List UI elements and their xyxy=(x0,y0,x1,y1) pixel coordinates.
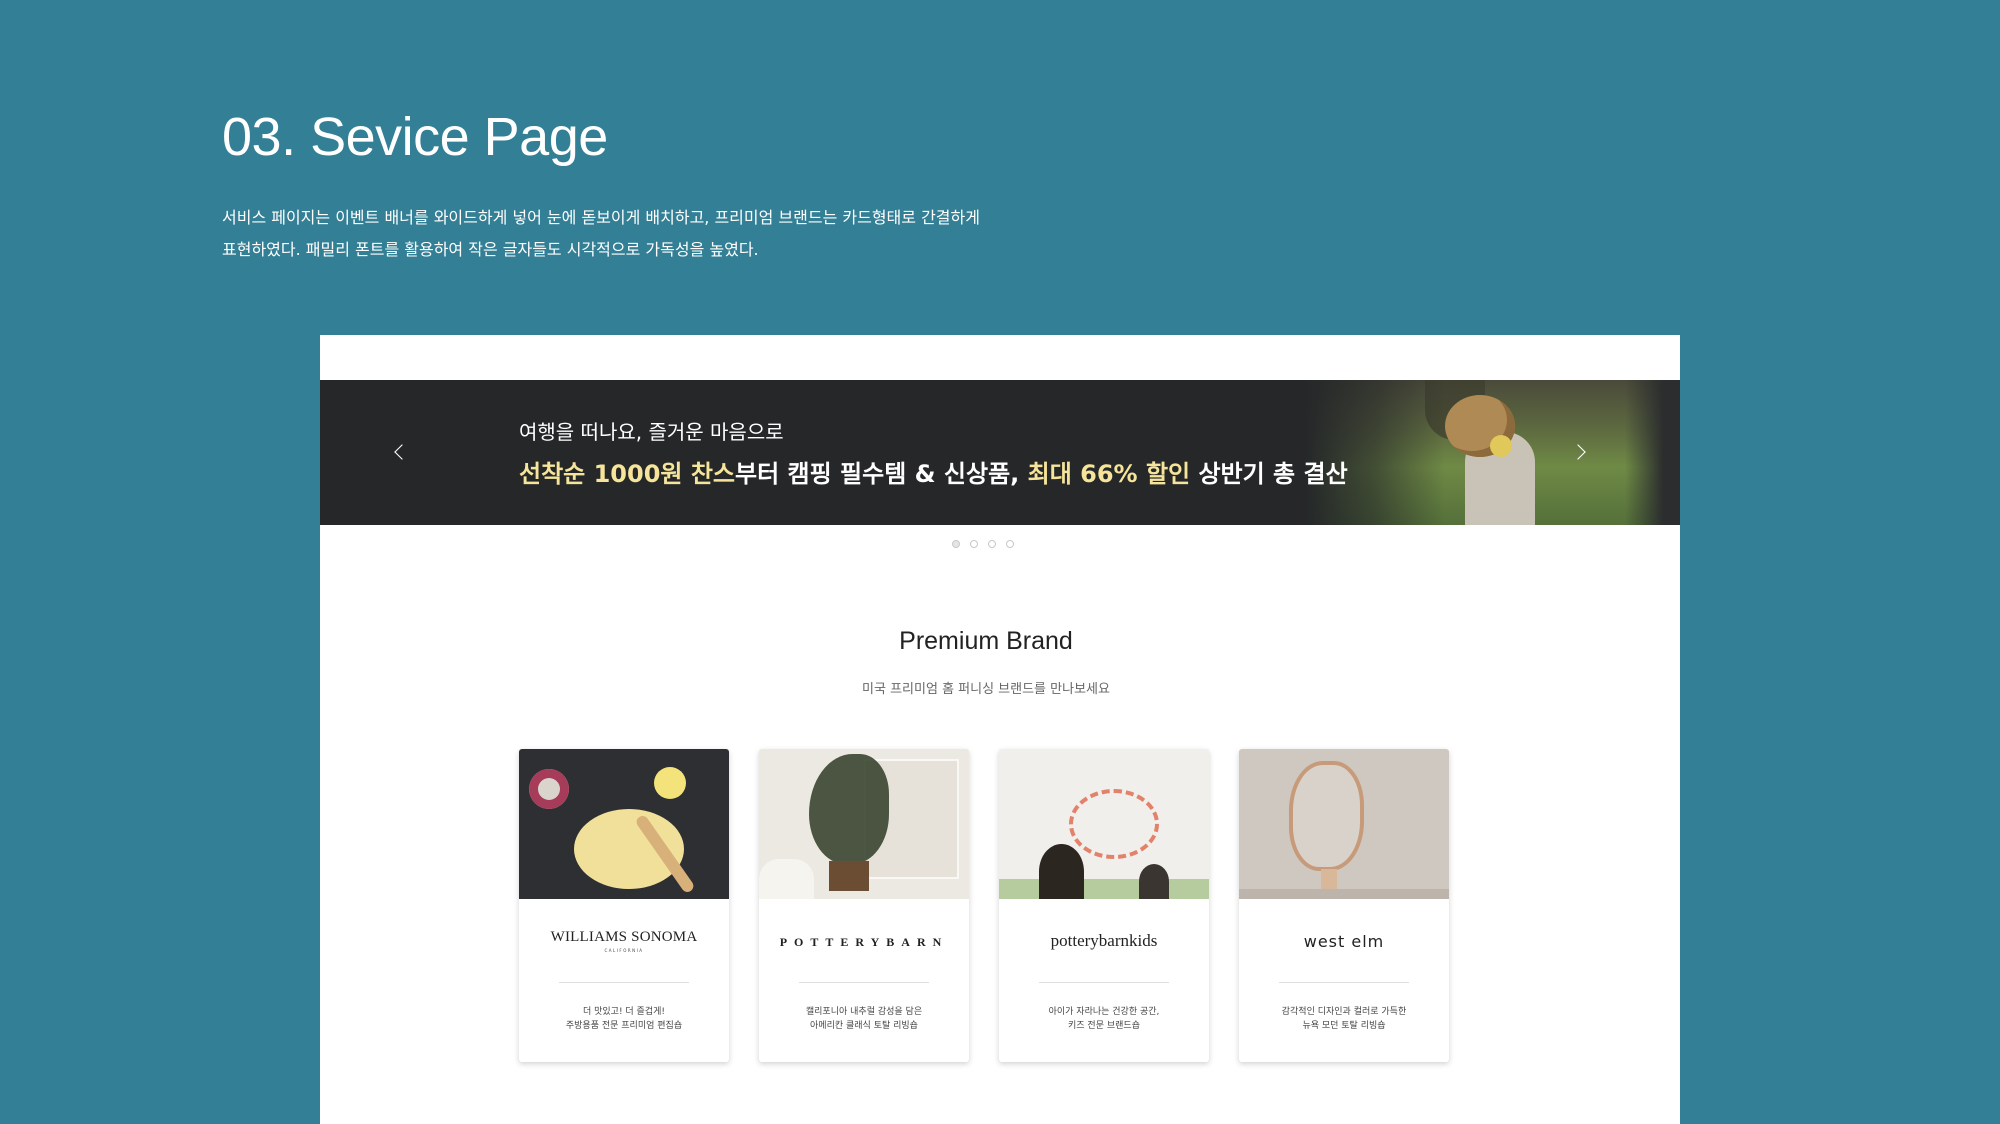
brand-description-line: 감각적인 디자인과 컬러로 가득한 xyxy=(1281,1007,1407,1017)
brand-image xyxy=(1239,749,1449,899)
premium-brand-title: Premium Brand xyxy=(899,627,1073,655)
brand-description: 감각적인 디자인과 컬러로 가득한 뉴욕 모던 토탈 리빙숍 xyxy=(1239,1005,1449,1033)
brand-logo: POTTERYBARN xyxy=(779,935,949,949)
brand-image xyxy=(519,749,729,899)
brand-card-pottery-barn[interactable]: POTTERYBARN 캘리포니아 내추럴 감성을 담은 아메리칸 클래식 토탈… xyxy=(759,749,969,1062)
brand-logo: WILLIAMS SONOMA xyxy=(550,929,698,945)
brand-card-pottery-barn-kids[interactable]: potterybarnkids 아이가 자라나는 건강한 공간, 키즈 전문 브… xyxy=(999,749,1209,1062)
brand-description-line: 아이가 자라나는 건강한 공간, xyxy=(1048,1007,1160,1017)
brand-description-line: 아메리칸 클래식 토탈 리빙숍 xyxy=(810,1021,918,1031)
banner-pagination xyxy=(952,540,1014,548)
premium-brand-subtitle: 미국 프리미엄 홈 퍼니싱 브랜드를 만나보세요 xyxy=(862,682,1110,697)
page-description-line: 서비스 페이지는 이벤트 배너를 와이드하게 넣어 눈에 돋보이게 배치하고, … xyxy=(222,208,980,227)
brand-card-list: WILLIAMS SONOMA CALIFORNIA 더 맛있고! 더 즐겁게!… xyxy=(519,749,1449,1062)
banner-prev-arrow-icon[interactable] xyxy=(394,444,410,460)
banner-headline-highlight: 최대 66% 할인 xyxy=(1027,460,1191,488)
brand-image xyxy=(999,749,1209,899)
card-divider xyxy=(559,982,689,983)
pagination-dot[interactable] xyxy=(952,540,960,548)
pagination-dot[interactable] xyxy=(988,540,996,548)
page-title: 03. Sevice Page xyxy=(222,107,608,167)
page-description-line: 표현하였다. 패밀리 폰트를 활용하여 작은 글자들도 시각적으로 가독성을 높… xyxy=(222,240,759,259)
brand-image xyxy=(759,749,969,899)
brand-logo: west elm xyxy=(1303,932,1385,951)
banner-headline-text: 부터 캠핑 필수템 & 신상품, xyxy=(735,460,1028,488)
pagination-dot[interactable] xyxy=(1006,540,1014,548)
brand-description-line: 주방용품 전문 프리미엄 편집숍 xyxy=(565,1021,683,1031)
brand-logo: potterybarnkids xyxy=(1050,931,1158,950)
service-page-mockup: 여행을 떠나요, 즐거운 마음으로 선착순 1000원 찬스부터 캠핑 필수템 … xyxy=(320,335,1680,1124)
page-description: 서비스 페이지는 이벤트 배너를 와이드하게 넣어 눈에 돋보이게 배치하고, … xyxy=(222,202,1122,266)
brand-description: 아이가 자라나는 건강한 공간, 키즈 전문 브랜드숍 xyxy=(999,1005,1209,1033)
banner-headline-text: 상반기 총 결산 xyxy=(1190,460,1348,488)
brand-description-line: 키즈 전문 브랜드숍 xyxy=(1068,1021,1140,1031)
card-divider xyxy=(799,982,929,983)
brand-logo-sub: CALIFORNIA xyxy=(604,948,644,953)
event-banner[interactable]: 여행을 떠나요, 즐거운 마음으로 선착순 1000원 찬스부터 캠핑 필수템 … xyxy=(320,380,1680,525)
banner-headline-highlight: 선착순 1000원 찬스 xyxy=(519,460,735,488)
brand-description-line: 더 맛있고! 더 즐겁게! xyxy=(582,1007,666,1017)
card-divider xyxy=(1039,982,1169,983)
pagination-dot[interactable] xyxy=(970,540,978,548)
brand-description: 더 맛있고! 더 즐겁게! 주방용품 전문 프리미엄 편집숍 xyxy=(519,1005,729,1033)
brand-card-williams-sonoma[interactable]: WILLIAMS SONOMA CALIFORNIA 더 맛있고! 더 즐겁게!… xyxy=(519,749,729,1062)
banner-subtitle: 여행을 떠나요, 즐거운 마음으로 xyxy=(519,420,784,444)
brand-description-line: 캘리포니아 내추럴 감성을 담은 xyxy=(805,1007,923,1017)
brand-description-line: 뉴욕 모던 토탈 리빙숍 xyxy=(1302,1021,1386,1031)
brand-description: 캘리포니아 내추럴 감성을 담은 아메리칸 클래식 토탈 리빙숍 xyxy=(759,1005,969,1033)
banner-photo xyxy=(1305,380,1680,525)
banner-headline: 선착순 1000원 찬스부터 캠핑 필수템 & 신상품, 최대 66% 할인 상… xyxy=(519,454,1348,489)
card-divider xyxy=(1279,982,1409,983)
brand-card-west-elm[interactable]: west elm 감각적인 디자인과 컬러로 가득한 뉴욕 모던 토탈 리빙숍 xyxy=(1239,749,1449,1062)
